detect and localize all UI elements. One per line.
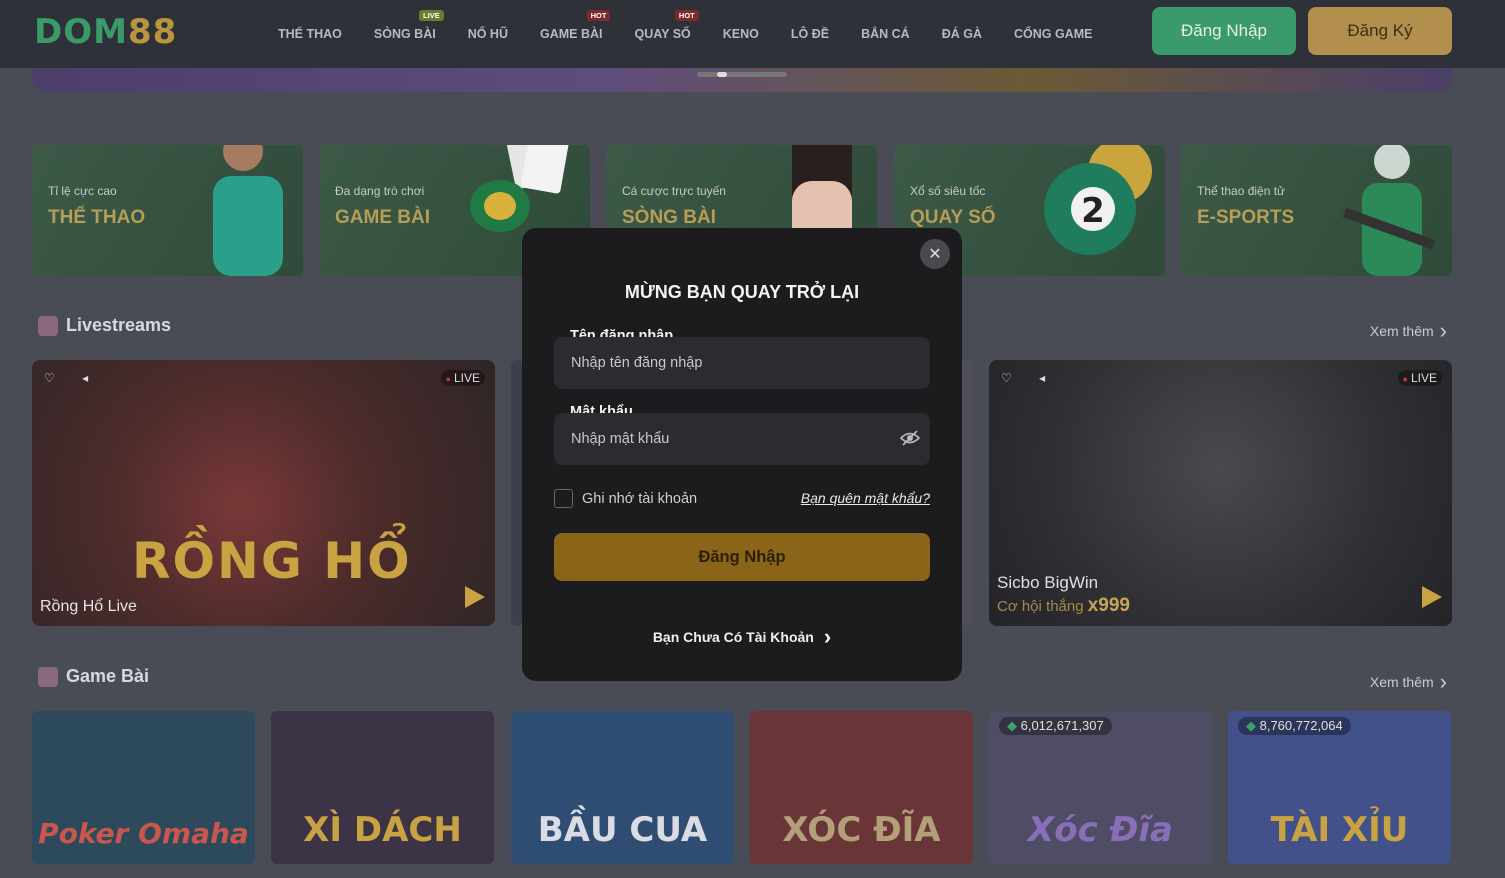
close-icon[interactable]: ✕: [920, 239, 950, 269]
remember-account[interactable]: Ghi nhớ tài khoản: [554, 489, 697, 508]
username-input[interactable]: Nhập tên đăng nhập: [554, 337, 930, 389]
forgot-password-link[interactable]: Bạn quên mật khẩu?: [801, 490, 930, 506]
login-submit-button[interactable]: Đăng Nhập: [554, 533, 930, 581]
password-input[interactable]: Nhập mật khẩu: [554, 413, 930, 465]
remember-checkbox[interactable]: [554, 489, 573, 508]
login-modal: ✕ MỪNG BẠN QUAY TRỞ LẠI Tên đăng nhập Nh…: [522, 228, 962, 681]
modal-title: MỪNG BẠN QUAY TRỞ LẠI: [624, 282, 860, 302]
eye-off-icon[interactable]: [900, 430, 920, 446]
register-link[interactable]: Bạn Chưa Có Tài Khoản: [522, 622, 962, 648]
